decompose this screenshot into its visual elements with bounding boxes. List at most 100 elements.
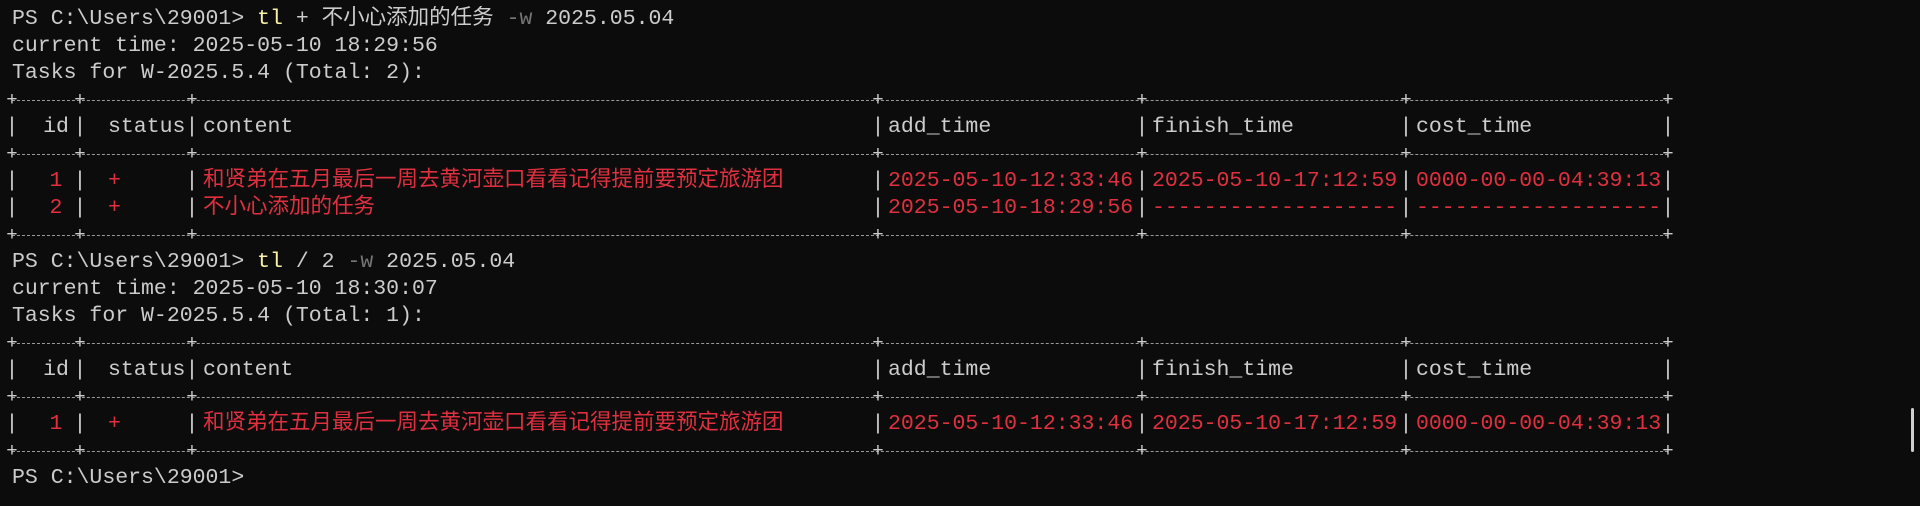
task-content: 不小心添加的任务 (203, 196, 376, 220)
table-border: + + + + + + + (6, 222, 1673, 249)
tasks-header: Tasks for W-2025.5.4 (Total: 2): (12, 61, 425, 85)
prompt: PS C:\Users\29001> (12, 7, 258, 31)
table-corner: + (872, 332, 884, 354)
table-corner: + (1136, 224, 1148, 246)
table-border: + + + + + + + (6, 87, 1673, 114)
flag-value: 2025.05.04 (532, 7, 675, 31)
table-corner: + (6, 143, 18, 165)
table-corner: + (1400, 440, 1412, 462)
table-corner: + (872, 224, 884, 246)
column-divider: | (1661, 169, 1675, 193)
column-divider: | (1135, 169, 1149, 193)
column-divider: | (1399, 196, 1413, 220)
column-divider: | (5, 115, 19, 139)
table-corner: + (1400, 143, 1412, 165)
command-args: + 不小心添加的任务 (282, 7, 507, 31)
column-divider: | (5, 412, 19, 436)
table-corner: + (872, 89, 884, 111)
command-line[interactable]: PS C:\Users\29001> tl / 2 -w 2025.05.04 (12, 249, 1880, 276)
current-time: current time: 2025-05-10 18:30:07 (12, 277, 438, 301)
header-status: status (108, 358, 186, 382)
column-divider: | (1399, 412, 1413, 436)
header-status: status (108, 115, 186, 139)
terminal-output[interactable]: PS C:\Users\29001> tl + 不小心添加的任务 -w 2025… (6, 6, 1880, 492)
final-prompt[interactable]: PS C:\Users\29001> (12, 465, 1880, 492)
header-add-time: add_time (888, 358, 992, 382)
column-divider: | (871, 115, 885, 139)
column-divider: | (871, 412, 885, 436)
table-corner: + (6, 89, 18, 111)
table-border: + + + + + + + (6, 384, 1673, 411)
table-corner: + (872, 143, 884, 165)
task-id: 1 (49, 412, 63, 436)
task-status: + (108, 169, 121, 193)
table-row[interactable]: | | | | | | | 1 + 和贤弟在五月最后一周去黄河壶口看看记得提前要预定旅游团 2025… (6, 168, 1675, 195)
column-divider: | (185, 358, 199, 382)
table-corner: + (186, 143, 198, 165)
table-corner: + (74, 386, 86, 408)
table-border: + + + + + + + (6, 330, 1673, 357)
table-border: + + + + + + + (6, 438, 1673, 465)
task-add-time: 2025-05-10-12:33:46 (888, 412, 1134, 436)
command-flag: -w (347, 250, 374, 274)
current-time: current time: 2025-05-10 18:29:56 (12, 34, 438, 58)
table-corner: + (6, 386, 18, 408)
column-divider: | (5, 358, 19, 382)
header-finish-time: finish_time (1152, 358, 1294, 382)
header-id: id (43, 358, 69, 382)
table-corner: + (1136, 440, 1148, 462)
header-content: content (203, 115, 294, 139)
column-divider: | (871, 196, 885, 220)
table-border: + + + + + + + (6, 141, 1673, 168)
column-divider: | (1135, 358, 1149, 382)
task-finish-time: 2025-05-10-17:12:59 (1152, 169, 1398, 193)
column-divider: | (1661, 358, 1675, 382)
task-table: + + + + + + + | | | | | | | id status content add_time fin… (6, 330, 1675, 465)
column-divider: | (1399, 169, 1413, 193)
table-corner: + (1662, 386, 1674, 408)
table-corner: + (1662, 224, 1674, 246)
table-corner: + (1662, 143, 1674, 165)
table-corner: + (186, 386, 198, 408)
task-finish-time: 2025-05-10-17:12:59 (1152, 412, 1398, 436)
task-id: 2 (49, 196, 63, 220)
command-args: / 2 (282, 250, 348, 274)
task-content: 和贤弟在五月最后一周去黄河壶口看看记得提前要预定旅游团 (203, 412, 784, 436)
table-corner: + (74, 89, 86, 111)
command-name: tl (257, 250, 283, 274)
scrollbar-thumb[interactable] (1911, 408, 1914, 452)
table-row[interactable]: | | | | | | | 1 + 和贤弟在五月最后一周去黄河壶口看看记得提前要预定旅游团 2025… (6, 411, 1675, 438)
column-divider: | (871, 358, 885, 382)
task-cost-time: 0000-00-00-04:39:13 (1416, 169, 1662, 193)
table-corner: + (74, 224, 86, 246)
table-corner: + (1136, 143, 1148, 165)
table-corner: + (1136, 89, 1148, 111)
column-divider: | (1135, 196, 1149, 220)
column-divider: | (185, 412, 199, 436)
table-corner: + (1400, 332, 1412, 354)
prompt: PS C:\Users\29001> (12, 250, 258, 274)
table-corner: + (872, 440, 884, 462)
command-line[interactable]: PS C:\Users\29001> tl + 不小心添加的任务 -w 2025… (12, 6, 1880, 33)
header-add-time: add_time (888, 115, 992, 139)
header-content: content (203, 358, 294, 382)
table-corner: + (74, 332, 86, 354)
task-add-time: 2025-05-10-12:33:46 (888, 169, 1134, 193)
column-divider: | (185, 196, 199, 220)
column-divider: | (5, 169, 19, 193)
task-content: 和贤弟在五月最后一周去黄河壶口看看记得提前要预定旅游团 (203, 169, 784, 193)
header-id: id (43, 115, 69, 139)
column-divider: | (1135, 115, 1149, 139)
column-divider: | (1661, 115, 1675, 139)
task-finish-time: ------------------- (1152, 196, 1398, 220)
column-divider: | (5, 196, 19, 220)
table-corner: + (6, 224, 18, 246)
table-corner: + (74, 440, 86, 462)
task-status: + (108, 196, 121, 220)
table-corner: + (1662, 440, 1674, 462)
table-corner: + (1400, 386, 1412, 408)
table-row[interactable]: | | | | | | | 2 + 不小心添加的任务 2025-05-10-18:29:56 ----… (6, 195, 1675, 222)
table-corner: + (186, 224, 198, 246)
table-corner: + (1400, 89, 1412, 111)
column-divider: | (871, 169, 885, 193)
